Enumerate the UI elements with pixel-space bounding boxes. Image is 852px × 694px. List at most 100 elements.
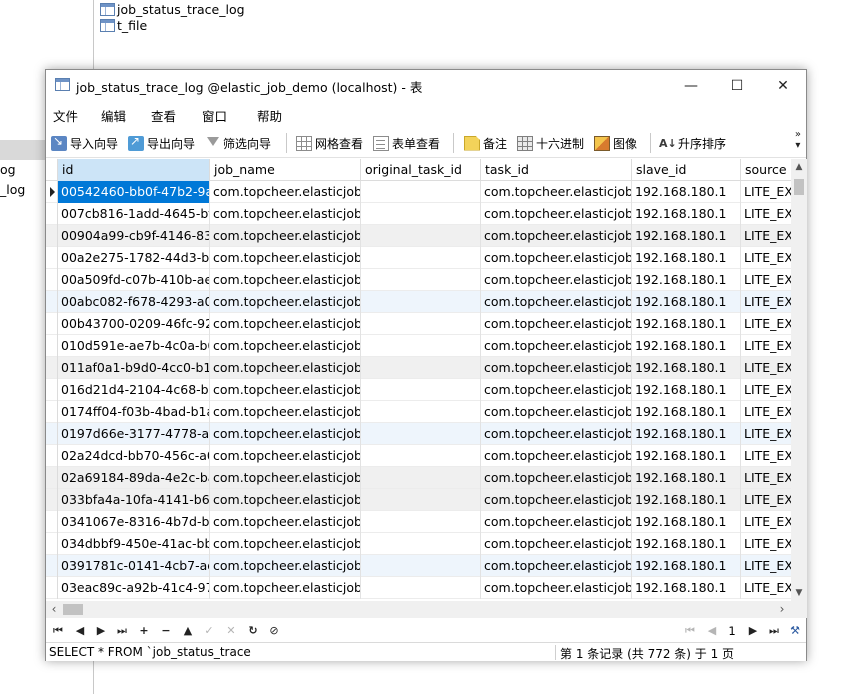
grid-view-button[interactable]: 网格查看 [296, 132, 363, 154]
cell-source[interactable]: LITE_EX [741, 423, 791, 445]
row-indicator[interactable] [46, 533, 58, 555]
cell-source[interactable]: LITE_EX [741, 225, 791, 247]
cell-source[interactable]: LITE_EX [741, 577, 791, 599]
cell-original-task-id[interactable] [361, 467, 481, 489]
cell-slave-id[interactable]: 192.168.180.1 [632, 357, 741, 379]
cell-task-id[interactable]: com.topcheer.elasticjob.j [481, 203, 632, 225]
cell-job-name[interactable]: com.topcheer.elasticjob.j [210, 313, 361, 335]
cell-id[interactable]: 0391781c-0141-4cb7-ad2 [58, 555, 210, 577]
cell-task-id[interactable]: com.topcheer.elasticjob.j [481, 445, 632, 467]
cell-task-id[interactable]: com.topcheer.elasticjob.j [481, 423, 632, 445]
row-indicator[interactable] [46, 423, 58, 445]
cell-id[interactable]: 00904a99-cb9f-4146-836 [58, 225, 210, 247]
row-indicator[interactable] [46, 555, 58, 577]
cell-source[interactable]: LITE_EX [741, 291, 791, 313]
cell-job-name[interactable]: com.topcheer.elasticjob.j [210, 489, 361, 511]
column-header-task-id[interactable]: task_id [481, 159, 632, 181]
table-row[interactable]: 0391781c-0141-4cb7-ad2 com.topcheer.elast… [46, 555, 791, 577]
cell-job-name[interactable]: com.topcheer.elasticjob.j [210, 379, 361, 401]
first-page-icon[interactable]: ⏮ [682, 623, 698, 639]
tree-item-t-file[interactable]: t_file [100, 16, 147, 34]
cell-job-name[interactable]: com.topcheer.elasticjob.j [210, 225, 361, 247]
sort-asc-button[interactable]: A↓ 升序排序 [659, 132, 726, 154]
cell-id[interactable]: 02a24dcd-bb70-456c-a0e [58, 445, 210, 467]
cell-id[interactable]: 00b43700-0209-46fc-922 [58, 313, 210, 335]
cell-source[interactable]: LITE_EX [741, 313, 791, 335]
cell-original-task-id[interactable] [361, 291, 481, 313]
cell-job-name[interactable]: com.topcheer.elasticjob.j [210, 533, 361, 555]
cell-source[interactable]: LITE_EX [741, 247, 791, 269]
cell-original-task-id[interactable] [361, 533, 481, 555]
cell-job-name[interactable]: com.topcheer.elasticjob.j [210, 511, 361, 533]
cell-id[interactable]: 0174ff04-f03b-4bad-b1ae [58, 401, 210, 423]
cell-source[interactable]: LITE_EX [741, 357, 791, 379]
prev-page-icon[interactable]: ◀ [704, 623, 720, 639]
cell-slave-id[interactable]: 192.168.180.1 [632, 379, 741, 401]
cell-task-id[interactable]: com.topcheer.elasticjob.j [481, 533, 632, 555]
cell-id[interactable]: 03eac89c-a92b-41c4-978 [58, 577, 210, 599]
cell-id[interactable]: 00542460-bb0f-47b2-9aa [58, 181, 210, 203]
table-row[interactable]: 00b43700-0209-46fc-922 com.topcheer.elast… [46, 313, 791, 335]
cell-job-name[interactable]: com.topcheer.elasticjob.j [210, 357, 361, 379]
cell-slave-id[interactable]: 192.168.180.1 [632, 247, 741, 269]
cell-original-task-id[interactable] [361, 445, 481, 467]
filter-wizard-button[interactable]: 筛选向导 [206, 132, 271, 154]
table-row[interactable]: 00a2e275-1782-44d3-b2e com.topcheer.elast… [46, 247, 791, 269]
horizontal-scroll-thumb[interactable] [63, 604, 83, 615]
table-row[interactable]: 0341067e-8316-4b7d-b4e com.topcheer.elast… [46, 511, 791, 533]
confirm-icon[interactable]: ✓ [201, 623, 217, 639]
cell-source[interactable]: LITE_EX [741, 489, 791, 511]
column-header-id[interactable]: id [58, 159, 210, 181]
cell-original-task-id[interactable] [361, 247, 481, 269]
row-indicator[interactable] [46, 225, 58, 247]
cell-source[interactable]: LITE_EX [741, 379, 791, 401]
table-row[interactable]: 016d21d4-2104-4c68-b3c com.topcheer.elast… [46, 379, 791, 401]
row-indicator[interactable] [46, 203, 58, 225]
row-indicator[interactable] [46, 577, 58, 599]
cell-slave-id[interactable]: 192.168.180.1 [632, 335, 741, 357]
row-indicator[interactable] [46, 335, 58, 357]
last-page-icon[interactable]: ⏭ [766, 623, 782, 639]
cell-task-id[interactable]: com.topcheer.elasticjob.j [481, 181, 632, 203]
cell-original-task-id[interactable] [361, 555, 481, 577]
cell-id[interactable]: 02a69184-89da-4e2c-baa [58, 467, 210, 489]
row-indicator[interactable] [46, 313, 58, 335]
column-header-source[interactable]: source [741, 159, 791, 181]
cell-source[interactable]: LITE_EX [741, 467, 791, 489]
cell-source[interactable]: LITE_EX [741, 401, 791, 423]
cell-original-task-id[interactable] [361, 313, 481, 335]
cell-job-name[interactable]: com.topcheer.elasticjob.j [210, 445, 361, 467]
cell-original-task-id[interactable] [361, 511, 481, 533]
cell-task-id[interactable]: com.topcheer.elasticjob.j [481, 247, 632, 269]
export-wizard-button[interactable]: 导出向导 [128, 132, 195, 154]
stop-icon[interactable]: ⊘ [266, 623, 282, 639]
cell-slave-id[interactable]: 192.168.180.1 [632, 555, 741, 577]
cell-job-name[interactable]: com.topcheer.elasticjob.j [210, 335, 361, 357]
cell-id[interactable]: 00a2e275-1782-44d3-b2e [58, 247, 210, 269]
row-indicator[interactable] [46, 467, 58, 489]
menu-edit[interactable]: 编辑 [101, 106, 126, 125]
next-record-icon[interactable]: ▶ [93, 623, 109, 639]
first-record-icon[interactable]: ⏮ [50, 623, 66, 639]
cell-id[interactable]: 0197d66e-3177-4778-a7a [58, 423, 210, 445]
table-row[interactable]: 00904a99-cb9f-4146-836 com.topcheer.elast… [46, 225, 791, 247]
cell-job-name[interactable]: com.topcheer.elasticjob.j [210, 467, 361, 489]
cell-slave-id[interactable]: 192.168.180.1 [632, 533, 741, 555]
table-row[interactable]: 0174ff04-f03b-4bad-b1ae com.topcheer.elas… [46, 401, 791, 423]
page-settings-icon[interactable]: ⚒ [787, 623, 803, 639]
column-header-slave-id[interactable]: slave_id [632, 159, 741, 181]
cell-original-task-id[interactable] [361, 269, 481, 291]
delete-record-icon[interactable]: − [158, 623, 174, 639]
row-indicator[interactable] [46, 247, 58, 269]
vertical-scrollbar[interactable]: ▲ ▼ [791, 159, 807, 601]
menu-view[interactable]: 查看 [151, 106, 176, 125]
cell-task-id[interactable]: com.topcheer.elasticjob.j [481, 577, 632, 599]
cell-task-id[interactable]: com.topcheer.elasticjob.j [481, 511, 632, 533]
cell-original-task-id[interactable] [361, 489, 481, 511]
last-record-icon[interactable]: ⏭ [114, 623, 130, 639]
cell-source[interactable]: LITE_EX [741, 269, 791, 291]
cell-slave-id[interactable]: 192.168.180.1 [632, 225, 741, 247]
hex-button[interactable]: 十六进制 [517, 132, 584, 154]
cell-job-name[interactable]: com.topcheer.elasticjob.j [210, 401, 361, 423]
cell-id[interactable]: 007cb816-1add-4645-bfb [58, 203, 210, 225]
